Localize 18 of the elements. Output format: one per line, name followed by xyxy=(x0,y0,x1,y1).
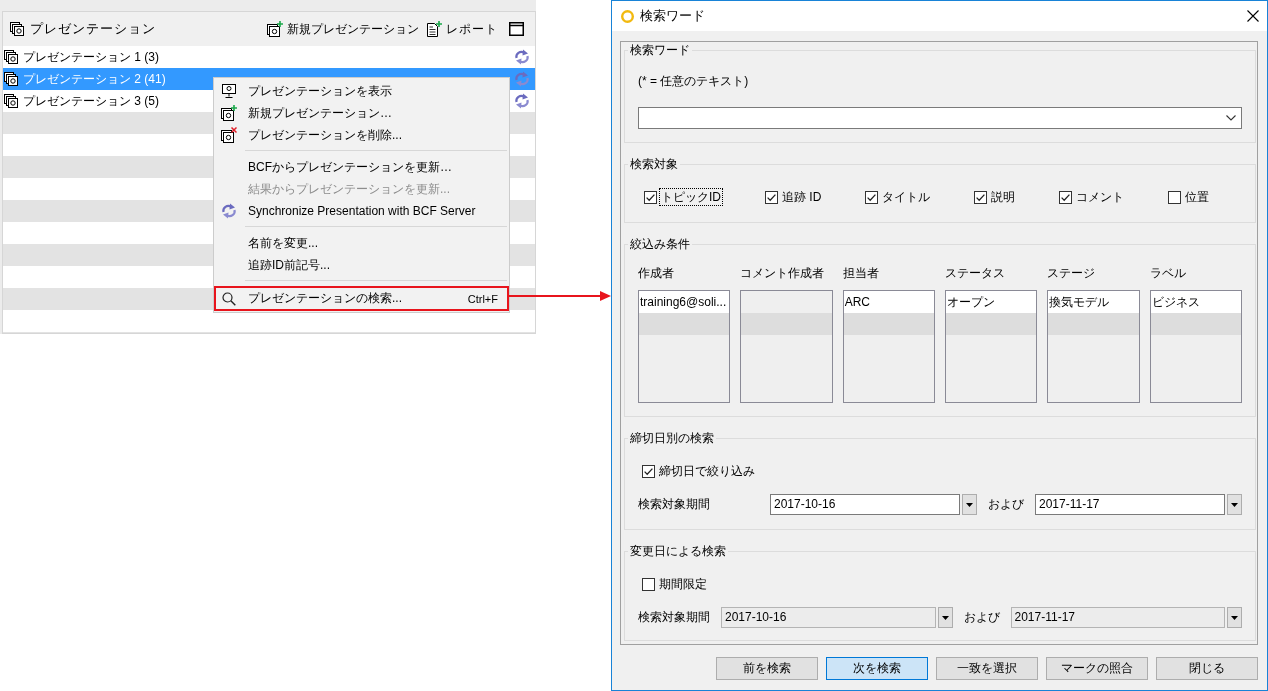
column-label: ステータス xyxy=(945,265,1006,281)
group-legend: 変更日による検索 xyxy=(628,544,728,558)
panel-title: プレゼンテーション xyxy=(30,20,156,38)
range-label: 検索対象期間 xyxy=(638,496,711,513)
conjunction-label: および xyxy=(962,609,1001,626)
range-label: 検索対象期間 xyxy=(638,609,711,626)
column-label: コメント作成者 xyxy=(740,265,826,281)
hint-text: (* = 任意のテキスト) xyxy=(638,73,750,89)
group-legend: 検索ワード xyxy=(628,43,692,57)
conjunction-label: および xyxy=(987,496,1025,513)
column-label: ラベル xyxy=(1149,265,1187,281)
group-legend: 検索対象 xyxy=(628,157,680,171)
column-label: ステージ xyxy=(1047,265,1097,281)
group-legend: 締切日別の検索 xyxy=(628,431,716,445)
column-label: 作成者 xyxy=(638,265,675,281)
column-label: 担当者 xyxy=(842,265,880,281)
dialog-title: 検索ワード xyxy=(640,7,705,25)
group-legend: 絞込み条件 xyxy=(628,237,692,251)
